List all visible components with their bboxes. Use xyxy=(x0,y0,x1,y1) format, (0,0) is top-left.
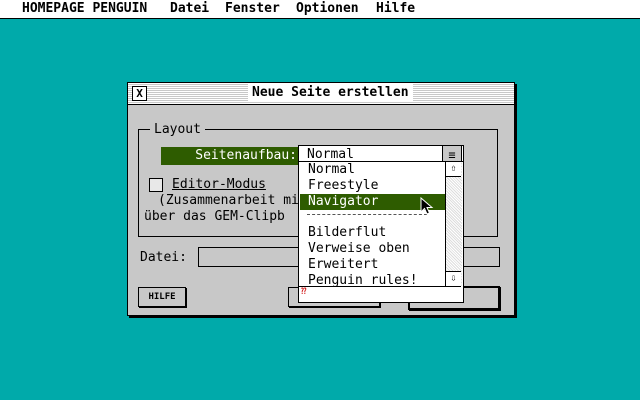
editor-modus-checkbox[interactable] xyxy=(149,178,163,192)
datei-label: Datei: xyxy=(140,250,187,265)
option-bilderflut[interactable]: Bilderflut xyxy=(300,225,452,241)
app-name: HOMEPAGE PENGUIN xyxy=(22,1,148,16)
mouse-pointer-icon xyxy=(420,197,434,215)
seitenaufbau-dropdown-list: Normal Freestyle Navigator Bilderflut Ve… xyxy=(298,161,464,303)
menu-datei[interactable]: Datei xyxy=(170,1,209,16)
dropdown-footer: ⁇ xyxy=(299,286,461,302)
option-normal[interactable]: Normal xyxy=(300,162,452,178)
footer-glyph: ⁇ xyxy=(301,287,307,297)
dropdown-scrollbar[interactable]: ⇧ ⇩ xyxy=(445,162,462,286)
editor-modus-desc-2: über das GEM-Clipb xyxy=(144,209,285,224)
layout-group-label: Layout xyxy=(150,122,205,137)
seitenaufbau-label: Seitenaufbau: xyxy=(161,147,299,165)
editor-modus-desc-1: (Zusammenarbeit mi xyxy=(158,193,299,208)
menu-optionen[interactable]: Optionen xyxy=(296,1,359,16)
menu-hilfe[interactable]: Hilfe xyxy=(376,1,415,16)
menu-fenster[interactable]: Fenster xyxy=(225,1,280,16)
editor-modus-label[interactable]: Editor-Modus xyxy=(172,177,266,192)
option-verweise-oben[interactable]: Verweise oben xyxy=(300,241,452,257)
seitenaufbau-value: Normal xyxy=(307,147,354,162)
option-erweitert[interactable]: Erweitert xyxy=(300,257,452,273)
scroll-up-arrow-icon[interactable]: ⇧ xyxy=(446,162,461,177)
dialog-title: Neue Seite erstellen xyxy=(248,84,413,101)
scroll-down-arrow-icon[interactable]: ⇩ xyxy=(446,271,461,286)
option-freestyle[interactable]: Freestyle xyxy=(300,178,452,194)
menu-bar: HOMEPAGE PENGUIN Datei Fenster Optionen … xyxy=(0,0,640,19)
dropdown-separator xyxy=(307,214,427,215)
close-icon[interactable]: X xyxy=(132,86,147,101)
dialog-titlebar[interactable]: X Neue Seite erstellen xyxy=(128,83,514,105)
hilfe-button[interactable]: HILFE xyxy=(138,287,186,307)
